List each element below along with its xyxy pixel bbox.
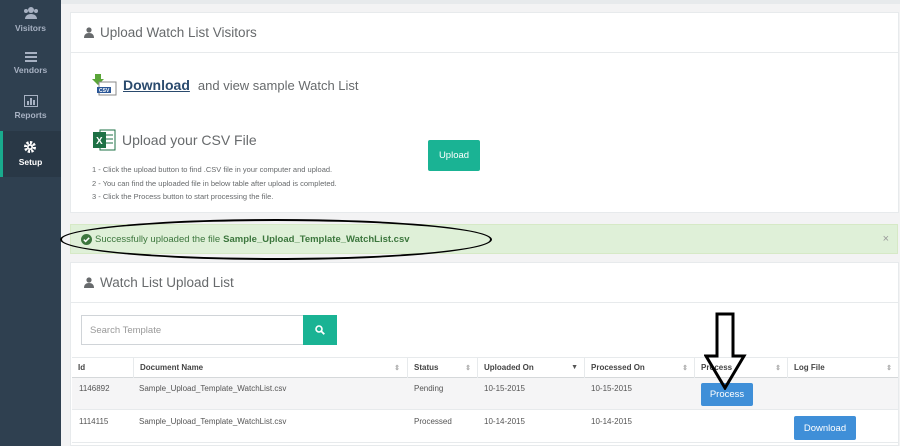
sidebar-item-label: Vendors <box>13 65 48 75</box>
column-header-document[interactable]: Document Name ⇕ <box>133 357 406 378</box>
download-sample-link[interactable]: Download <box>123 77 190 93</box>
annotation-arrow <box>704 312 747 390</box>
panel-header: Upload Watch List Visitors <box>71 13 898 53</box>
step-3: 3 - Click the Process button to start pr… <box>92 192 274 201</box>
sort-icon: ⇕ <box>682 364 688 372</box>
cell-processed: 10-15-2015 <box>591 384 632 393</box>
cell-status: Processed <box>414 417 452 426</box>
cell-uploaded: 10-14-2015 <box>484 417 525 426</box>
sort-icon: ⇕ <box>394 364 400 372</box>
svg-text:X: X <box>96 136 103 147</box>
column-header-id[interactable]: Id <box>72 357 133 378</box>
download-description: and view sample Watch List <box>197 77 359 93</box>
cell-processed: 10-14-2015 <box>591 417 632 426</box>
annotation-ellipse <box>60 219 492 260</box>
upload-steps: 1 - Click the upload button to find .CSV… <box>92 163 337 204</box>
search-icon <box>315 325 325 335</box>
top-border <box>61 0 900 4</box>
column-label: Id <box>78 363 86 372</box>
cell-id: 1114115 <box>79 417 109 426</box>
user-icon <box>84 277 94 288</box>
column-header-processed[interactable]: Processed On ⇕ <box>584 357 694 378</box>
csv-download-icon: CSV <box>92 74 117 96</box>
column-label: Log File <box>794 363 825 372</box>
sort-icon: ⇕ <box>775 364 781 372</box>
sort-desc-icon: ▼ <box>571 364 578 371</box>
column-label: Processed On <box>591 363 645 372</box>
upload-title: Upload your CSV File <box>122 132 257 148</box>
cell-status: Pending <box>414 384 444 393</box>
download-log-button[interactable]: Download <box>794 416 856 440</box>
sidebar-item-label: Reports <box>14 110 47 120</box>
sidebar-item-label: Visitors <box>14 23 47 33</box>
sidebar-item-label: Setup <box>18 157 43 167</box>
cell-document: Sample_Upload_Template_WatchList.csv <box>139 384 287 393</box>
step-1: 1 - Click the upload button to find .CSV… <box>92 165 333 174</box>
download-row: CSV Download and view sample Watch List <box>91 74 359 96</box>
bar-chart-icon <box>23 95 38 107</box>
column-label: Status <box>414 363 439 372</box>
svg-text:CSV: CSV <box>99 88 110 94</box>
search-input[interactable]: Search Template <box>81 315 304 345</box>
users-icon <box>23 7 38 19</box>
panel-title: Upload Watch List Visitors <box>100 25 257 40</box>
column-header-uploaded[interactable]: Uploaded On ▼ <box>477 357 584 378</box>
table-row <box>72 378 898 410</box>
upload-button[interactable]: Upload <box>428 140 480 171</box>
column-label: Uploaded On <box>484 363 534 372</box>
cell-id: 1146892 <box>79 384 110 393</box>
sidebar-item-vendors[interactable]: Vendors <box>0 52 61 82</box>
column-header-status[interactable]: Status ⇕ <box>407 357 477 378</box>
list-icon <box>24 52 37 62</box>
cell-document: Sample_Upload_Template_WatchList.csv <box>139 417 287 426</box>
column-header-logfile[interactable]: Log File ⇕ <box>787 357 898 378</box>
sidebar-item-visitors[interactable]: Visitors <box>0 6 61 42</box>
user-icon <box>84 27 94 38</box>
search-button[interactable] <box>303 315 337 345</box>
sort-icon: ⇕ <box>465 364 471 372</box>
excel-icon: X <box>93 129 116 151</box>
panel-header: Watch List Upload List <box>71 263 898 303</box>
step-2: 2 - You can find the uploaded file in be… <box>92 178 337 188</box>
alert-close-button[interactable]: × <box>883 233 889 245</box>
table-row <box>72 410 898 443</box>
sidebar: Visitors Vendors Reports Setup <box>0 0 61 446</box>
sort-icon: ⇕ <box>886 364 892 372</box>
upload-row: X Upload your CSV File <box>92 128 257 152</box>
cell-uploaded: 10-15-2015 <box>484 384 525 393</box>
gear-icon <box>24 141 36 153</box>
sidebar-item-setup[interactable]: Setup <box>0 131 61 177</box>
panel-title: Watch List Upload List <box>100 275 234 290</box>
sidebar-item-reports[interactable]: Reports <box>0 95 61 125</box>
column-label: Document Name <box>140 363 204 372</box>
